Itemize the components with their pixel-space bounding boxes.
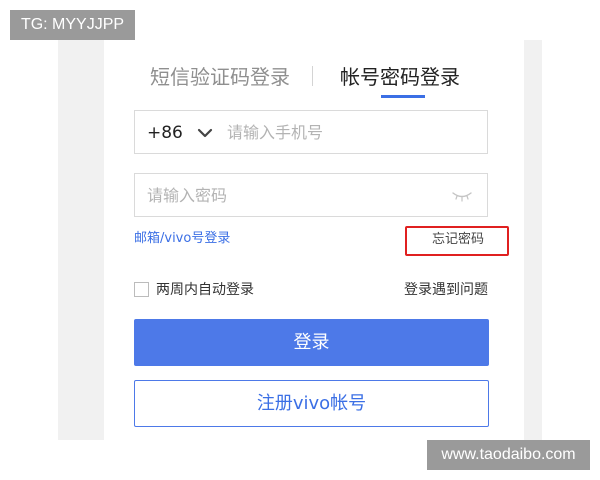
eye-closed-icon[interactable]	[451, 190, 473, 202]
register-button[interactable]: 注册vivo帐号	[134, 380, 489, 427]
tg-watermark: TG: MYYJJPP	[10, 10, 135, 40]
tab-password-login[interactable]: 帐号密码登录	[340, 60, 460, 94]
password-placeholder: 请输入密码	[147, 186, 228, 205]
tab-sms-login[interactable]: 短信验证码登录	[150, 60, 290, 94]
country-code[interactable]: +86	[147, 111, 183, 155]
forgot-password-link[interactable]: 忘记密码	[432, 231, 484, 249]
login-button[interactable]: 登录	[134, 319, 489, 366]
password-field[interactable]: 请输入密码	[134, 173, 488, 217]
phone-field[interactable]: +86 请输入手机号	[134, 110, 488, 154]
email-vivo-login-link[interactable]: 邮箱/vivo号登录	[134, 230, 230, 248]
login-problem-link[interactable]: 登录遇到问题	[404, 281, 488, 299]
site-watermark: www.taodaibo.com	[427, 440, 590, 470]
active-tab-indicator	[381, 95, 425, 98]
phone-placeholder: 请输入手机号	[227, 123, 324, 142]
chevron-down-icon[interactable]	[195, 123, 215, 143]
remember-label: 两周内自动登录	[156, 282, 254, 298]
remember-checkbox[interactable]	[134, 282, 149, 297]
tab-divider	[312, 66, 313, 86]
